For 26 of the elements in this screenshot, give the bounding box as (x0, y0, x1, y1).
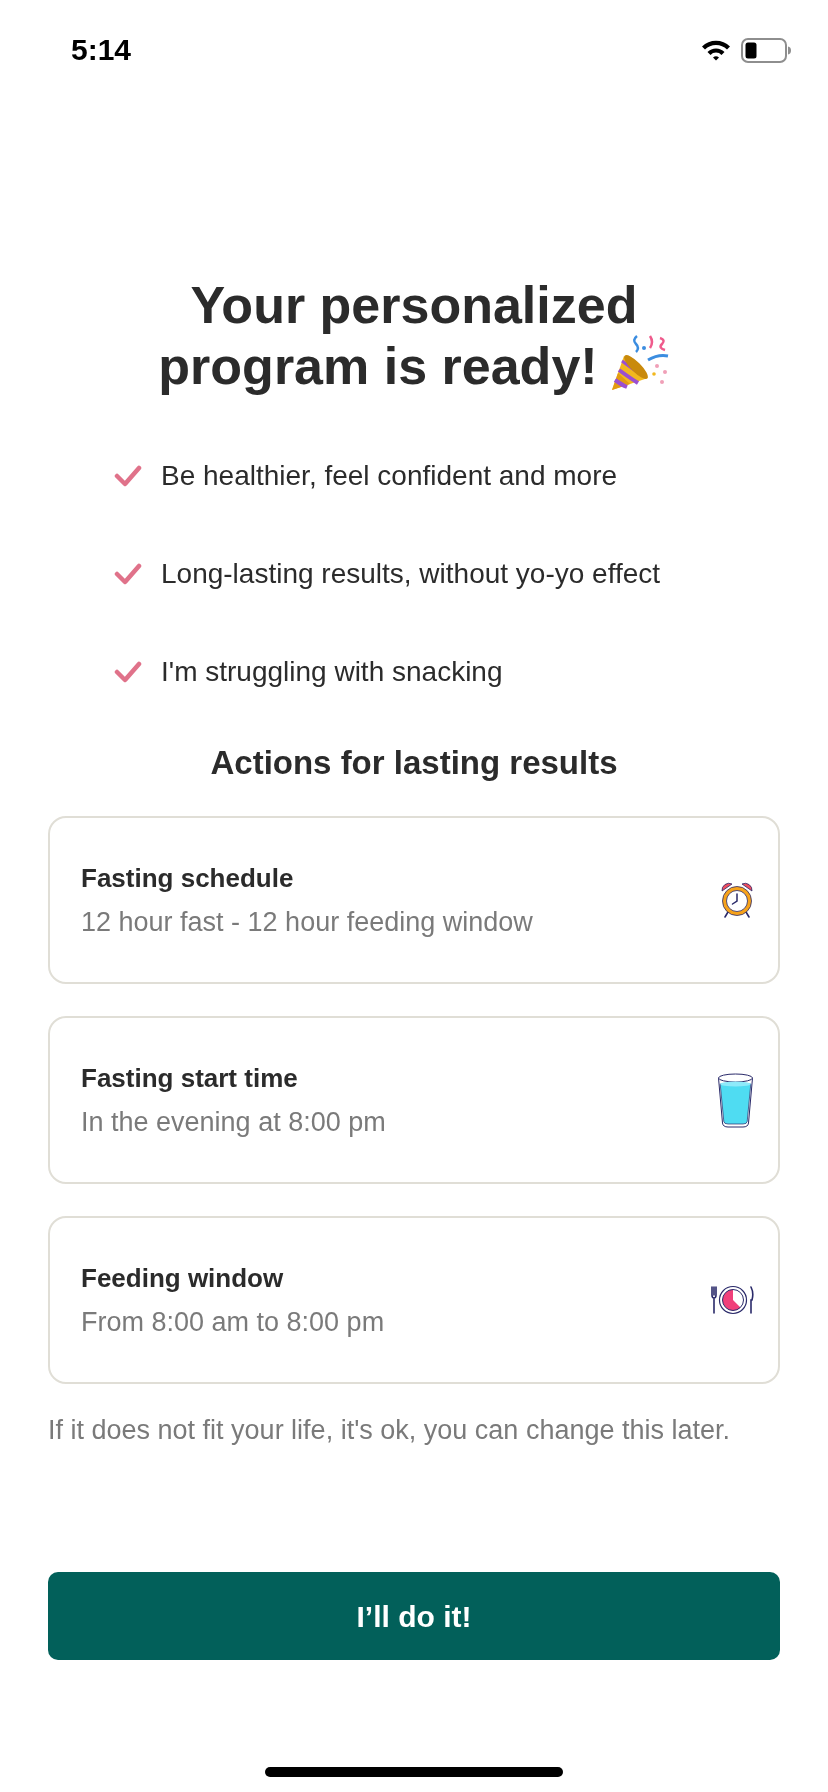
section-heading: Actions for lasting results (210, 743, 618, 783)
action-card[interactable]: Feeding window From 8:00 am to 8:00 pm (48, 1216, 780, 1384)
note-text: If it does not fit your life, it's ok, you can change this later. (48, 1415, 730, 1445)
action-card[interactable]: Fasting schedule 12 hour fast - 12 hour feeding window (48, 816, 780, 984)
alarm-clock-icon (720, 882, 754, 918)
action-title: Feeding window (81, 1262, 285, 1294)
action-card[interactable]: Fasting start time In the evening at 8:00 pm (48, 1016, 780, 1184)
benefit-text: Be healthier, feel confident and more (161, 459, 618, 493)
check-icon (114, 563, 142, 585)
action-detail: In the evening at 8:00 pm (81, 1106, 386, 1138)
benefit-text: Long-lasting results, without yo-yo effect (161, 557, 661, 591)
check-icon (114, 465, 142, 487)
action-detail: From 8:00 am to 8:00 pm (81, 1306, 385, 1338)
battery-icon (741, 37, 791, 63)
plate-cutlery-icon (710, 1285, 754, 1315)
water-glass-icon (717, 1072, 754, 1128)
action-title: Fasting start time (81, 1062, 299, 1094)
party-popper-icon (609, 334, 670, 392)
action-detail: 12 hour fast - 12 hour feeding window (81, 906, 533, 938)
status-time: 5:14 (71, 35, 132, 65)
wifi-icon (701, 39, 731, 61)
page-title: Your personalized program is ready! (158, 276, 638, 395)
confirm-button[interactable]: I’ll do it! (48, 1572, 780, 1660)
benefit-text: I'm struggling with snacking (161, 655, 503, 689)
check-icon (114, 661, 142, 683)
action-title: Fasting schedule (81, 862, 295, 894)
